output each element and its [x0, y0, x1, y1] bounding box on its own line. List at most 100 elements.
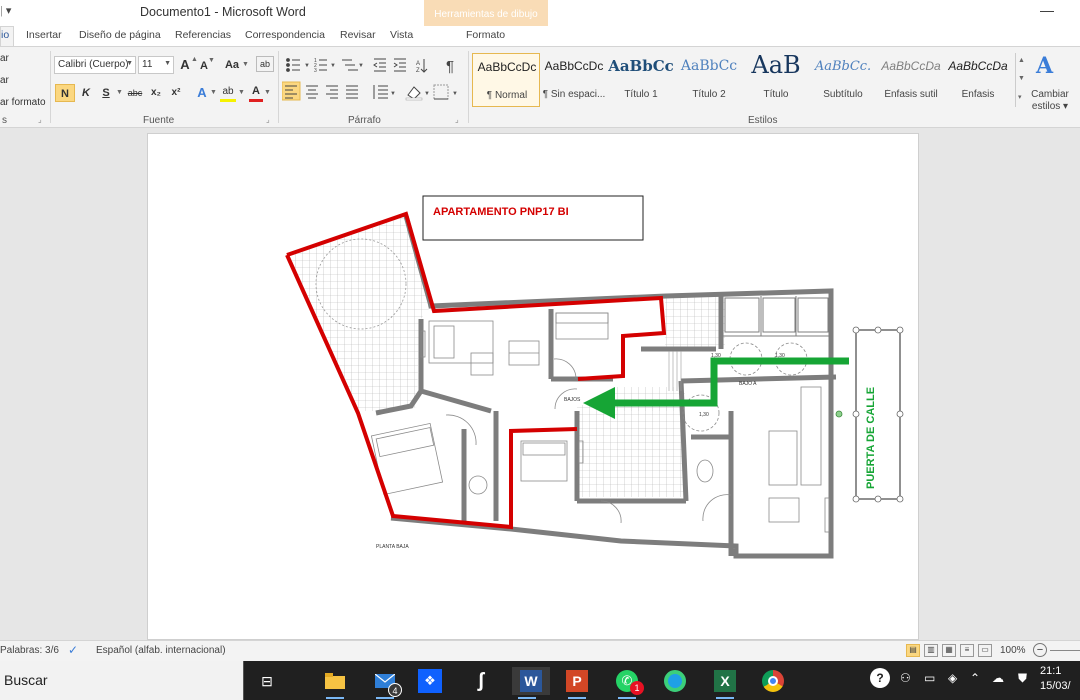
network-icon[interactable]: ▭: [924, 671, 935, 685]
font-color-button[interactable]: A: [249, 84, 263, 102]
align-right-icon[interactable]: [326, 85, 338, 99]
word-count[interactable]: Palabras: 3/6: [0, 645, 59, 656]
cloud-icon[interactable]: ☁: [992, 671, 1004, 685]
quick-access-dropdown[interactable]: | ▾: [0, 4, 11, 17]
style-normal[interactable]: AaBbCcDc ¶ Normal: [472, 53, 540, 107]
style-titulo-2[interactable]: AaBbCc Título 2: [675, 53, 743, 107]
italic-button[interactable]: K: [78, 84, 94, 102]
security-icon[interactable]: ⛊: [1018, 671, 1027, 686]
task-view-icon[interactable]: ⊟: [252, 667, 282, 695]
whatsapp-icon[interactable]: ✆ 1: [612, 667, 644, 699]
underline-icon: S: [102, 87, 110, 99]
clipboard-copy[interactable]: ar: [0, 75, 9, 86]
style-titulo-1[interactable]: AaBbCc Título 1: [607, 53, 675, 107]
contextual-tab-group-label: Herramientas de dibujo: [434, 9, 538, 20]
highlight-button[interactable]: ab: [220, 84, 236, 102]
print-layout-view-icon[interactable]: ▤: [906, 644, 920, 657]
tab-referencias[interactable]: Referencias: [175, 29, 231, 41]
zoom-level[interactable]: 100%: [1000, 645, 1026, 656]
style-sin-espaciado[interactable]: AaBbCcDc ¶ Sin espaci...: [540, 53, 608, 107]
style-subtitulo[interactable]: AaBbCc. Subtítulo: [809, 53, 877, 107]
subscript-button[interactable]: x₂: [148, 84, 164, 102]
document-title: Documento1 - Microsoft Word: [140, 5, 306, 19]
font-family-select[interactable]: Calibri (Cuerpo) ▼: [54, 56, 136, 74]
clear-formatting-button[interactable]: ab: [256, 56, 274, 72]
align-center-icon[interactable]: [306, 85, 318, 99]
tab-formato[interactable]: Formato: [466, 29, 505, 41]
bold-button[interactable]: N: [55, 84, 75, 102]
mail-icon[interactable]: 4: [370, 667, 402, 699]
language-status[interactable]: Español (alfab. internacional): [96, 645, 226, 656]
rotation-handle[interactable]: [835, 410, 843, 418]
zoom-slider[interactable]: [1050, 650, 1080, 651]
location-icon[interactable]: ◈: [948, 671, 957, 685]
borders-icon[interactable]: [433, 84, 449, 100]
clipboard-format-painter[interactable]: ar formato: [0, 97, 46, 108]
shading-icon[interactable]: [405, 86, 423, 101]
increase-indent-icon[interactable]: [393, 58, 406, 72]
document-page[interactable]: BAJOS BAJO A 1,30 1,30 1,30 PLANTA BAJA …: [147, 133, 919, 640]
superscript-button[interactable]: x²: [168, 84, 184, 102]
text-effects-button[interactable]: A: [194, 84, 210, 102]
street-door-box[interactable]: [855, 329, 901, 500]
tab-insertar[interactable]: Insertar: [26, 29, 62, 41]
draft-view-icon[interactable]: ▭: [978, 644, 992, 657]
word-icon[interactable]: W: [512, 667, 550, 699]
zoom-out-button[interactable]: −: [1033, 643, 1047, 657]
font-launcher-icon[interactable]: ⌟: [266, 115, 270, 124]
show-marks-icon[interactable]: ¶: [446, 58, 454, 75]
more-styles-icon[interactable]: ▾: [1018, 93, 1022, 101]
grow-font-button[interactable]: A: [178, 56, 192, 74]
change-styles-label-line2: estilos ▾: [1031, 101, 1069, 112]
taskbar-clock[interactable]: 21:1 15/03/: [1040, 664, 1080, 694]
chrome-icon[interactable]: [758, 667, 788, 695]
align-left-button[interactable]: [282, 81, 301, 101]
paragraph-launcher-icon[interactable]: ⌟: [455, 115, 459, 124]
help-icon[interactable]: ?: [870, 668, 890, 688]
clipboard-cut[interactable]: ar: [0, 53, 9, 64]
chevron-up-icon[interactable]: ⌃: [970, 671, 980, 685]
numbering-icon[interactable]: 1 2 3: [314, 58, 327, 74]
strikethrough-button[interactable]: abc: [126, 84, 144, 102]
scroll-down-icon[interactable]: ▼: [1018, 75, 1025, 82]
bullets-icon[interactable]: [286, 58, 300, 72]
scroll-up-icon[interactable]: ▲: [1018, 57, 1025, 64]
multilevel-list-icon[interactable]: [342, 59, 358, 71]
proofing-icon[interactable]: ✓: [68, 643, 78, 657]
minimize-button[interactable]: —: [1040, 2, 1054, 18]
document-area[interactable]: BAJOS BAJO A 1,30 1,30 1,30 PLANTA BAJA …: [0, 129, 1080, 640]
style-enfasis-sutil[interactable]: AaBbCcDa Énfasis sutil: [877, 53, 945, 107]
style-enfasis[interactable]: AaBbCcDa Énfasis: [944, 53, 1012, 107]
styles-gallery-scroll[interactable]: ▲ ▼ ▾: [1015, 53, 1027, 107]
people-icon[interactable]: ⚇: [900, 671, 911, 685]
line-spacing-icon[interactable]: [373, 85, 388, 99]
edge-icon[interactable]: [660, 667, 690, 695]
underline-button[interactable]: S: [98, 84, 114, 102]
app-s-icon[interactable]: ʃ: [466, 667, 496, 695]
style-titulo[interactable]: AaB Título: [742, 51, 810, 107]
apartment-title-box[interactable]: [422, 195, 644, 241]
justify-icon[interactable]: [346, 85, 358, 99]
sort-icon[interactable]: AZ: [416, 59, 428, 74]
tab-diseno-pagina[interactable]: Diseño de página: [79, 29, 161, 41]
decrease-indent-icon[interactable]: [373, 58, 386, 72]
change-case-button[interactable]: Aa: [222, 56, 242, 74]
chevron-down-icon: ▼: [116, 89, 123, 96]
full-screen-reading-view-icon[interactable]: ▥: [924, 644, 938, 657]
change-styles-button[interactable]: A Cambiar estilos ▾: [1028, 51, 1072, 113]
folder-icon: [325, 673, 345, 689]
clipboard-launcher-icon[interactable]: ⌟: [38, 115, 42, 124]
dropbox-icon[interactable]: ❖: [418, 669, 442, 693]
powerpoint-icon[interactable]: P: [562, 667, 592, 699]
outline-view-icon[interactable]: ≡: [960, 644, 974, 657]
web-layout-view-icon[interactable]: ▦: [942, 644, 956, 657]
font-size-select[interactable]: 11 ▼: [138, 56, 174, 74]
tab-vista[interactable]: Vista: [390, 29, 413, 41]
excel-icon[interactable]: X: [710, 667, 740, 699]
tab-revisar[interactable]: Revisar: [340, 29, 376, 41]
quick-access-chevron-icon[interactable]: ▾: [6, 5, 12, 17]
taskbar-search[interactable]: Buscar: [0, 661, 244, 700]
file-explorer-icon[interactable]: [320, 667, 350, 699]
tab-inicio[interactable]: io: [0, 26, 15, 46]
tab-correspondencia[interactable]: Correspondencia: [245, 29, 325, 41]
